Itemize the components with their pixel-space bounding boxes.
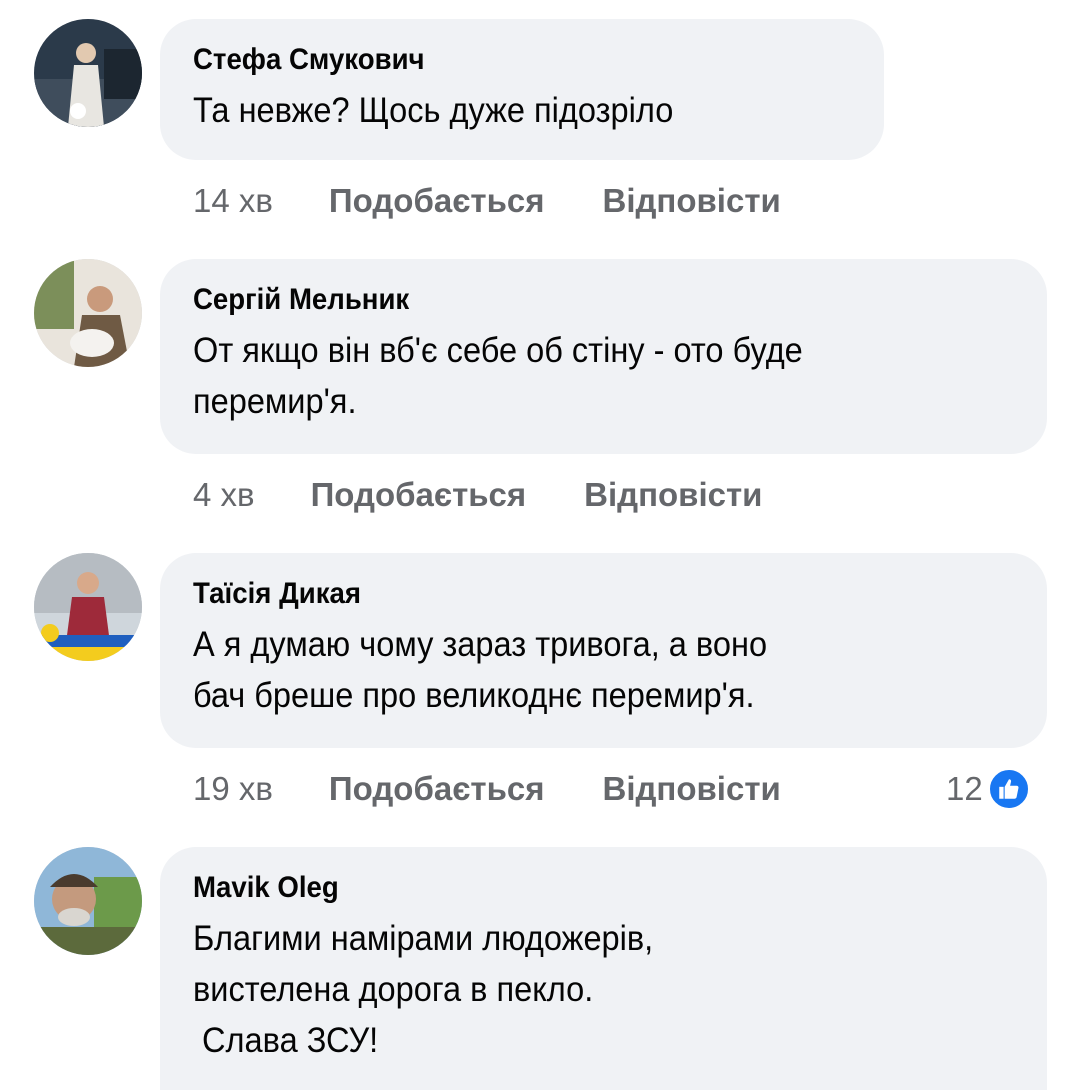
comment-text: Благими намірами людожерів, вистелена до… [193,913,957,1066]
reaction-summary[interactable]: 12 [946,764,1031,814]
comment-author[interactable]: Сергій Мельник [193,281,949,319]
comment-author[interactable]: Стефа Смукович [193,41,799,79]
comment-text: Та невже? Щось дуже підозріло [193,85,806,136]
avatar-photo [34,19,142,127]
reaction-count: 12 [946,770,983,807]
avatar-photo [34,553,142,661]
comment-author[interactable]: Mavik Oleg [193,869,949,907]
comment-actions: 19 хв Подобається Відповісти [193,764,781,814]
comment-text: А я думаю чому зараз тривога, а воно бач… [193,619,957,721]
avatar[interactable] [34,847,142,955]
comment-text: От якщо він вб'є себе об стіну - ото буд… [193,325,957,427]
comment-text-line: А я думаю чому зараз тривога, а воно [193,625,768,664]
like-icon [986,767,1031,811]
like-button[interactable]: Подобається [311,476,527,514]
comment-actions: 14 хв Подобається Відповісти [193,176,781,226]
avatar-photo [34,259,142,367]
comment-text-line: Благими намірами людожерів, [193,919,654,958]
comment-text-line: Та невже? Щось дуже підозріло [193,91,674,130]
thumbs-up-icon [998,779,1019,799]
comment-text-line: вистелена дорога в пекло. [193,970,594,1009]
comment-text-line: перемир'я. [193,382,357,421]
comment-bubble: Mavik Oleg Благими намірами людожерів, в… [160,847,1047,1090]
comment-timestamp[interactable]: 14 хв [193,182,273,220]
avatar[interactable] [34,259,142,367]
comment-timestamp[interactable]: 19 хв [193,770,273,808]
reply-button[interactable]: Відповісти [584,476,762,514]
reply-button[interactable]: Відповісти [602,182,780,220]
comment-actions: 4 хв Подобається Відповісти [193,470,762,520]
comment-text-line: бач бреше про великоднє перемир'я. [193,676,755,715]
comment-text-line: Слава ЗСУ! [193,1021,379,1060]
comment-bubble: Сергій Мельник От якщо він вб'є себе об … [160,259,1047,454]
comment-text-line: От якщо він вб'є себе об стіну - ото буд… [193,331,803,370]
comment-bubble: Таїсія Дикая А я думаю чому зараз тривог… [160,553,1047,748]
comment-author[interactable]: Таїсія Дикая [193,575,949,613]
like-button[interactable]: Подобається [329,182,545,220]
reply-button[interactable]: Відповісти [602,770,780,808]
comment-bubble: Стефа Смукович Та невже? Щось дуже підоз… [160,19,884,160]
like-button[interactable]: Подобається [329,770,545,808]
comment-timestamp[interactable]: 4 хв [193,476,255,514]
avatar[interactable] [34,19,142,127]
avatar[interactable] [34,553,142,661]
avatar-photo [34,847,142,955]
